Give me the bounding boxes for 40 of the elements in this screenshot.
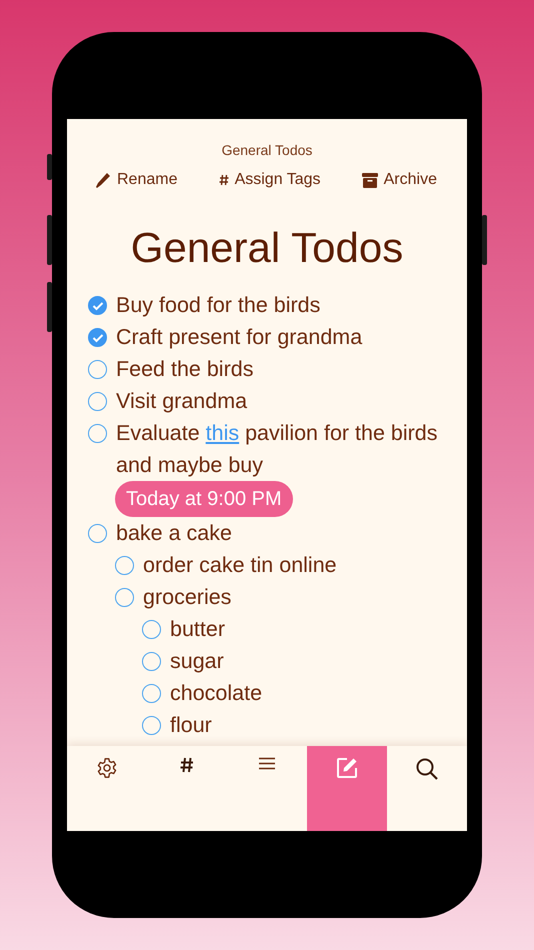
action-button[interactable]: Rename	[95, 171, 178, 189]
action-button[interactable]: Archive	[362, 171, 437, 189]
todo-text: sugar	[170, 648, 224, 676]
todo-text: chocolate	[170, 680, 262, 708]
todo-text: bake a cake	[116, 520, 232, 548]
todo-text: Craft present for grandma	[116, 324, 362, 352]
hash-icon	[218, 174, 229, 186]
checkbox[interactable]	[115, 588, 134, 608]
menu-icon	[259, 757, 275, 770]
checkbox[interactable]	[88, 392, 107, 412]
checkbox[interactable]	[115, 556, 134, 576]
checkbox[interactable]	[88, 360, 107, 380]
check-icon	[92, 300, 104, 311]
checkbox[interactable]	[142, 684, 161, 704]
hash-icon	[180, 757, 194, 773]
action-button[interactable]: Assign Tags	[218, 171, 321, 189]
checkbox[interactable]	[88, 524, 107, 544]
todo-text: groceries	[143, 584, 232, 612]
settings-icon	[96, 757, 118, 779]
todo-text: Evaluate this pavilion for the birds and maybe buy	[116, 420, 439, 480]
todo-text: butter	[170, 616, 225, 644]
checkbox[interactable]	[88, 424, 107, 444]
header-title: General Todos	[220, 142, 314, 158]
todo-text: order cake tin online	[143, 552, 337, 580]
pencil-icon	[95, 172, 111, 188]
check-icon	[92, 332, 104, 343]
archive-box-icon	[362, 172, 378, 188]
checkbox[interactable]	[142, 620, 161, 640]
todo-text: Visit grandma	[116, 388, 248, 416]
edit-icon	[336, 757, 358, 779]
checkbox[interactable]	[88, 296, 107, 316]
todo-text: Feed the birds	[116, 356, 254, 384]
todo-text: Buy food for the birds	[116, 292, 320, 320]
checkbox[interactable]	[142, 652, 161, 672]
checkbox[interactable]	[88, 328, 107, 348]
note-title: General Todos	[130, 223, 404, 273]
search-icon	[415, 757, 439, 781]
tab-button[interactable]	[307, 746, 387, 831]
checkbox[interactable]	[142, 716, 161, 736]
todo-text: flour	[170, 712, 212, 740]
